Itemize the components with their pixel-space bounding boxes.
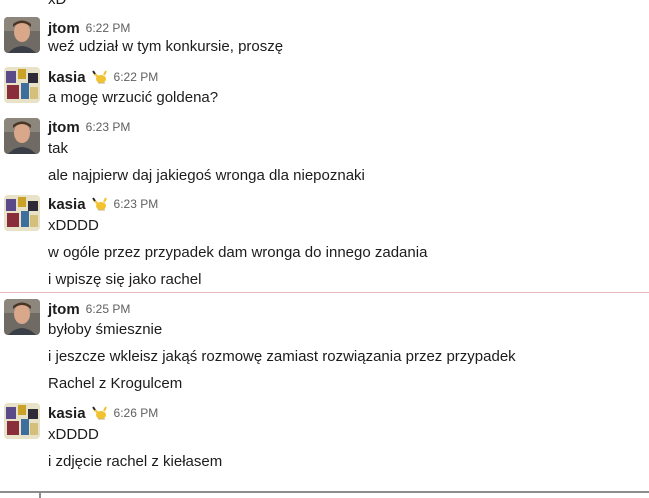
- pikachu-status-icon[interactable]: [90, 405, 108, 421]
- pikachu-status-icon[interactable]: [90, 69, 108, 85]
- message-text: w ogóle przez przypadek dam wronga do in…: [48, 244, 428, 261]
- message-text: i wpiszę się jako rachel: [48, 271, 202, 288]
- message-timestamp[interactable]: 6:23 PM: [86, 120, 131, 134]
- message-timestamp[interactable]: 6:26 PM: [114, 406, 159, 420]
- message-timestamp[interactable]: 6:23 PM: [114, 197, 159, 211]
- avatar-jtom[interactable]: [4, 118, 40, 154]
- message-author[interactable]: kasia: [48, 405, 86, 422]
- avatar-kasia[interactable]: [4, 67, 40, 103]
- cutoff-message-text: xD: [48, 0, 66, 9]
- message-text: byłoby śmiesznie: [48, 321, 163, 338]
- message-timestamp[interactable]: 6:22 PM: [86, 21, 131, 35]
- message-author[interactable]: jtom: [48, 119, 80, 136]
- message-text: weź udział w tym konkursie, proszę: [48, 38, 284, 55]
- message-text: xDDDD: [48, 217, 99, 234]
- message-feed: xD jtom 6:22 PM weź udział w tym konkurs…: [0, 0, 649, 498]
- message-text: tak: [48, 140, 69, 157]
- message-text: Rachel z Krogulcem: [48, 375, 183, 392]
- message-text: i jeszcze wkleisz jakąś rozmowę zamiast …: [48, 348, 516, 365]
- message-text: a mogę wrzucić goldena?: [48, 89, 219, 106]
- avatar-kasia[interactable]: [4, 403, 40, 439]
- message-author[interactable]: kasia: [48, 69, 86, 86]
- pikachu-status-icon[interactable]: [90, 196, 108, 212]
- message-author[interactable]: kasia: [48, 196, 86, 213]
- avatar-jtom[interactable]: [4, 299, 40, 335]
- message-author[interactable]: jtom: [48, 20, 80, 37]
- message-timestamp[interactable]: 6:22 PM: [114, 70, 159, 84]
- new-messages-divider: [0, 292, 649, 293]
- message-composer[interactable]: [0, 491, 649, 498]
- message-text: ale najpierw daj jakiegoś wronga dla nie…: [48, 167, 365, 184]
- message-timestamp[interactable]: 6:25 PM: [86, 302, 131, 316]
- message-author[interactable]: jtom: [48, 301, 80, 318]
- message-text: i zdjęcie rachel z kiełasem: [48, 453, 223, 470]
- avatar-kasia[interactable]: [4, 195, 40, 231]
- avatar-jtom[interactable]: [4, 17, 40, 53]
- message-text: xDDDD: [48, 426, 99, 443]
